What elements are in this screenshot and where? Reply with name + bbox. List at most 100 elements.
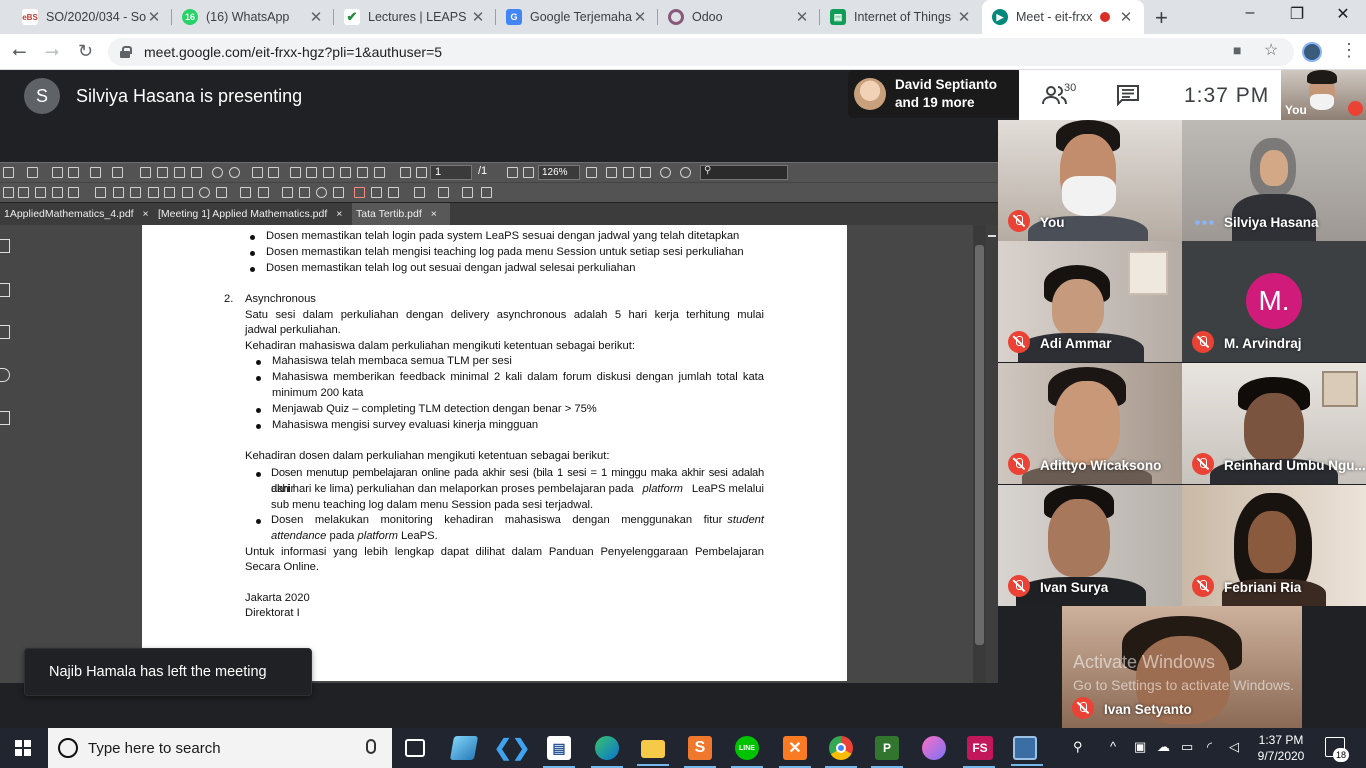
vscode-icon[interactable]: ❮❯	[494, 735, 531, 760]
browser-tab-active[interactable]: ▶ Meet - eit-frxx ✕	[982, 0, 1144, 34]
typewriter-icon[interactable]	[240, 187, 251, 198]
file-explorer-icon[interactable]	[637, 740, 669, 766]
page-layout-6-icon[interactable]	[374, 167, 385, 178]
measure-icon[interactable]	[438, 187, 449, 198]
pencil-icon[interactable]	[333, 187, 344, 198]
delete-icon[interactable]	[191, 167, 202, 178]
rectangle-icon[interactable]	[299, 187, 310, 198]
export-icon[interactable]	[68, 167, 79, 178]
browser-tab[interactable]: ▤ Internet of Things ✕	[820, 0, 982, 34]
pdf-tab-close-icon[interactable]: ×	[431, 208, 437, 220]
paste-icon[interactable]	[174, 167, 185, 178]
thumbnails-icon[interactable]	[0, 283, 10, 297]
pdf-tab-close-icon[interactable]: ×	[336, 208, 342, 220]
pdf-tab[interactable]: 1AppliedMathematics_4.pdf ×	[0, 203, 157, 225]
ellipse-icon[interactable]	[316, 187, 327, 198]
checkmark-icon[interactable]	[130, 187, 141, 198]
self-view[interactable]: You	[1281, 70, 1366, 120]
sticky-note-icon[interactable]	[35, 187, 46, 198]
pointer-icon[interactable]	[3, 187, 14, 198]
capture-icon[interactable]	[1011, 736, 1043, 766]
minimize-button[interactable]: –	[1235, 4, 1265, 22]
text-select-icon[interactable]	[18, 187, 29, 198]
pdf-tab[interactable]: [Meeting 1] Applied Mathematics.pdf ×	[154, 203, 350, 225]
link-icon[interactable]	[95, 187, 106, 198]
menu-icon[interactable]: ⋮	[1340, 40, 1358, 61]
participant-tile[interactable]: M. M. Arvindraj	[1182, 241, 1366, 362]
xampp-icon[interactable]: ✕	[779, 736, 811, 768]
zoom-out-icon[interactable]	[623, 167, 634, 178]
line-icon[interactable]: LINE	[731, 736, 763, 768]
page-layout-2-icon[interactable]	[306, 167, 317, 178]
page-number-input[interactable]: 1	[430, 165, 472, 180]
tab-close-icon[interactable]: ✕	[1118, 8, 1134, 26]
undo-icon[interactable]	[212, 167, 223, 178]
sublime-text-icon[interactable]: S	[684, 736, 716, 768]
show-hidden-icons[interactable]: ^	[1110, 739, 1116, 754]
onedrive-icon[interactable]: ☁	[1157, 739, 1170, 755]
layers-icon[interactable]	[0, 411, 10, 425]
collapse-icon[interactable]	[988, 235, 996, 237]
volume-icon[interactable]: ◁	[1229, 739, 1239, 755]
print-icon[interactable]	[112, 167, 123, 178]
star-icon[interactable]: ☆	[1264, 40, 1278, 60]
rotate-icon[interactable]	[586, 167, 597, 178]
select-icon[interactable]	[252, 167, 263, 178]
microphone-icon[interactable]	[366, 739, 376, 754]
notepad-icon[interactable]	[449, 736, 479, 760]
chat-icon[interactable]	[1116, 84, 1140, 106]
page-layout-5-icon[interactable]	[357, 167, 368, 178]
pdf-scrollbar[interactable]	[973, 225, 986, 683]
fit-page-icon[interactable]	[523, 167, 534, 178]
fs-app-icon[interactable]: FS	[963, 736, 995, 768]
marquee-zoom-icon[interactable]	[640, 167, 651, 178]
new-doc-icon[interactable]	[3, 167, 14, 178]
reload-icon[interactable]: ↻	[78, 41, 93, 62]
active-speakers-chip[interactable]: David Septianto and 19 more	[848, 70, 1020, 118]
form-icon[interactable]	[148, 187, 159, 198]
tab-close-icon[interactable]: ✕	[470, 8, 486, 26]
edge-icon[interactable]	[591, 736, 623, 768]
tab-close-icon[interactable]: ✕	[308, 8, 324, 26]
copy-icon[interactable]	[157, 167, 168, 178]
pdf-tab-close-icon[interactable]: ×	[143, 208, 149, 220]
pdf-search-input[interactable]: ⚲	[700, 165, 788, 180]
snapshot-icon[interactable]	[268, 167, 279, 178]
browser-tab[interactable]: G Google Terjemahan ✕	[496, 0, 658, 34]
pdf-tab-active[interactable]: Tata Tertib.pdf ×	[352, 203, 450, 225]
browser-tab[interactable]: eBS SO/2020/034 - Sol ✕	[12, 0, 172, 34]
line-icon[interactable]	[282, 187, 293, 198]
stamp-icon[interactable]	[371, 187, 382, 198]
eraser-icon[interactable]	[414, 187, 425, 198]
email-icon[interactable]	[90, 167, 101, 178]
system-clock[interactable]: 1:37 PM 9/7/2020	[1256, 732, 1306, 764]
page-layout-4-icon[interactable]	[340, 167, 351, 178]
fit-width-icon[interactable]	[507, 167, 518, 178]
browser-tab[interactable]: 16 (16) WhatsApp ✕	[172, 0, 334, 34]
close-window-button[interactable]: ✕	[1328, 4, 1358, 24]
participant-tile[interactable]: Adittyo Wicaksono	[998, 363, 1182, 484]
zoom-select[interactable]: 126%	[538, 165, 580, 180]
document-icon[interactable]: ▤	[543, 736, 575, 768]
redo-icon[interactable]	[229, 167, 240, 178]
save-icon[interactable]	[52, 167, 63, 178]
participant-tile[interactable]: Ivan Surya	[998, 485, 1182, 606]
search-panel-icon[interactable]	[0, 368, 10, 382]
next-page-icon[interactable]	[416, 167, 427, 178]
camera-icon[interactable]: ■	[1233, 42, 1241, 58]
battery-icon[interactable]: ▭	[1181, 739, 1193, 755]
highlight-icon[interactable]	[354, 187, 365, 198]
radio-icon[interactable]	[199, 187, 210, 198]
comment-icon[interactable]	[113, 187, 124, 198]
hand-icon[interactable]	[52, 187, 63, 198]
open-folder-icon[interactable]	[27, 167, 38, 178]
browser-tab[interactable]: ✔ Lectures | LEAPS ✕	[334, 0, 496, 34]
page-layout-3-icon[interactable]	[323, 167, 334, 178]
profile-avatar[interactable]	[1302, 42, 1322, 62]
participant-tile[interactable]: Reinhard Umbu Ngu...	[1182, 363, 1366, 484]
loupe-icon[interactable]	[680, 167, 691, 178]
project-icon[interactable]: P	[871, 736, 903, 768]
address-bar[interactable]: meet.google.com/eit-frxx-hgz?pli=1&authu…	[108, 38, 1294, 66]
page-layout-icon[interactable]	[290, 167, 301, 178]
chrome-icon[interactable]	[825, 736, 857, 768]
